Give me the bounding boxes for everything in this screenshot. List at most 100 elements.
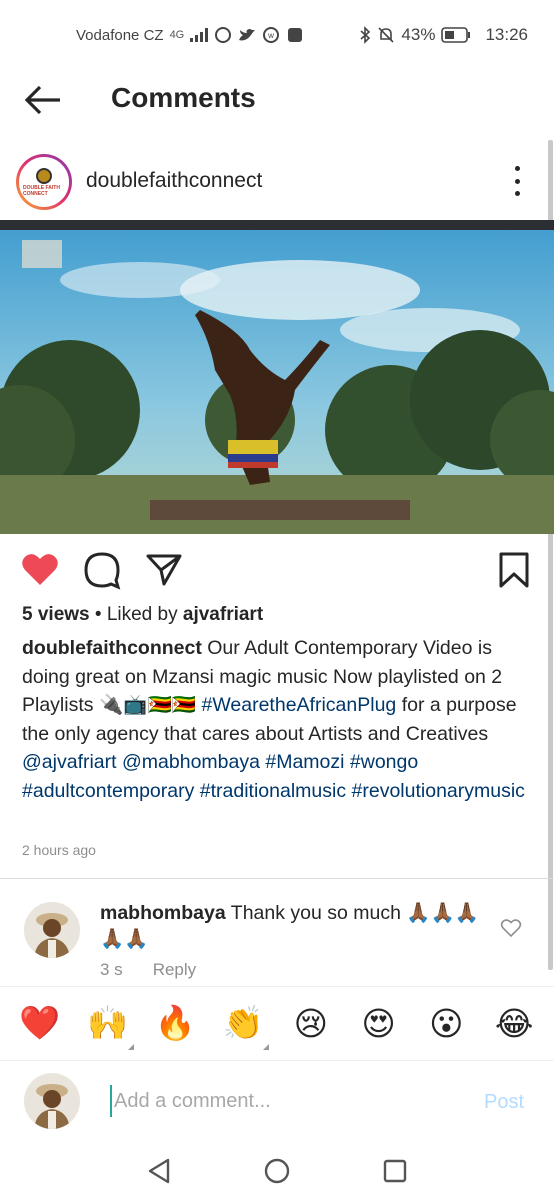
carrier-label: Vodafone CZ	[76, 26, 164, 44]
logo-mark	[36, 167, 52, 184]
commenter-avatar[interactable]	[24, 902, 80, 958]
hashtag-link[interactable]: #revolutionarymusic	[352, 780, 525, 802]
emoji-glyph: 😮	[429, 1005, 464, 1042]
dot	[514, 191, 520, 196]
whatsapp-icon	[215, 27, 232, 43]
views-count[interactable]: 5 views	[22, 604, 90, 625]
emoji-heart-button[interactable]: ❤️	[12, 996, 68, 1052]
mute-bell-icon	[378, 27, 394, 43]
twitter-icon	[239, 29, 256, 41]
nav-back-button[interactable]	[139, 1151, 179, 1191]
battery-label: 43%	[401, 25, 436, 44]
my-avatar	[24, 1073, 80, 1129]
svg-text:w: w	[267, 31, 274, 40]
post-comment-button[interactable]: Post	[484, 1091, 524, 1114]
comment-input[interactable]	[110, 1085, 440, 1117]
more-options-button[interactable]	[506, 166, 528, 196]
emoji-heart-eyes-button[interactable]: 😍	[351, 996, 407, 1052]
huawei-app-icon	[288, 28, 303, 42]
post-caption: doublefaithconnect Our Adult Contemporar…	[22, 634, 538, 805]
triangle-back-icon	[148, 1158, 170, 1184]
skin-tone-indicator	[127, 1043, 134, 1050]
emoji-raised-hands-button[interactable]: 🙌	[80, 996, 136, 1052]
page-title: Comments	[111, 82, 256, 113]
dot	[514, 166, 520, 171]
post-video[interactable]	[0, 220, 554, 534]
network-label: 4G	[169, 29, 185, 41]
emoji-glyph: 😂	[494, 1005, 534, 1042]
caption-username[interactable]: doublefaithconnect	[22, 637, 202, 659]
comment-button[interactable]	[82, 550, 122, 590]
emoji-crying-button[interactable]: 😢	[283, 996, 339, 1052]
emoji-glyph: 😢	[293, 1005, 329, 1042]
mention-link[interactable]: @mabhombaya	[122, 751, 260, 773]
heart-filled-icon	[22, 554, 58, 585]
square-recents-icon	[383, 1159, 407, 1183]
reply-button[interactable]: Reply	[153, 960, 196, 980]
post-header: DOUBLE FAITH CONNECT doublefaithconnect	[0, 148, 554, 218]
emoji-glyph: 🙌	[87, 1004, 129, 1041]
emoji-clap-button[interactable]: 👏	[215, 996, 271, 1052]
comments-header: Comments	[0, 70, 554, 130]
signal-icon	[190, 28, 209, 42]
comment-body: mabhombaya Thank you so much 🙏🏾🙏🏾🙏🏾🙏🏾🙏🏾	[100, 900, 490, 952]
divider	[0, 878, 554, 879]
emoji-surprised-button[interactable]: 😮	[418, 996, 474, 1052]
hashtag-link[interactable]: #WearetheAfricanPlug	[202, 694, 397, 716]
skin-tone-indicator	[263, 1043, 270, 1050]
save-button[interactable]	[494, 550, 534, 590]
emoji-glyph: 😍	[361, 1005, 396, 1042]
clock: 13:26	[485, 25, 528, 44]
circle-home-icon	[264, 1158, 290, 1184]
avatar-photo	[24, 902, 80, 958]
comment-composer: Post	[0, 1060, 554, 1142]
webex-icon: w	[263, 27, 280, 43]
caption-emojis: 🔌📺🇿🇼🇿🇼	[98, 694, 197, 716]
comment-meta: 3 s Reply	[100, 960, 196, 980]
post-timestamp: 2 hours ago	[22, 842, 96, 858]
comment-item: mabhombaya Thank you so much 🙏🏾🙏🏾🙏🏾🙏🏾🙏🏾 …	[0, 896, 554, 986]
hashtag-link[interactable]: #traditionalmusic	[200, 780, 346, 802]
back-button[interactable]	[24, 84, 64, 116]
liked-by-prefix: Liked by	[106, 604, 178, 625]
heart-outline-icon	[500, 919, 522, 938]
share-button[interactable]	[144, 550, 184, 590]
logo-text: DOUBLE FAITH CONNECT	[23, 184, 60, 197]
emoji-fire-button[interactable]: 🔥	[147, 996, 203, 1052]
comment-bubble-icon	[84, 552, 121, 590]
hashtag-link[interactable]: #Mamozi	[265, 751, 344, 773]
comment-age: 3 s	[100, 960, 123, 979]
bluetooth-icon	[360, 26, 371, 44]
status-bar: Vodafone CZ 4G w 43% 13:26	[0, 0, 554, 70]
post-actions	[0, 548, 554, 592]
emoji-laughing-button[interactable]: 😂	[486, 996, 542, 1052]
like-button[interactable]	[20, 550, 60, 590]
emoji-glyph: 🔥	[154, 1004, 196, 1041]
back-arrow-icon	[24, 85, 60, 115]
separator: •	[94, 604, 107, 625]
liked-by-user[interactable]: ajvafriart	[183, 604, 263, 625]
brand-logo: DOUBLE FAITH CONNECT	[23, 161, 65, 203]
post-username[interactable]: doublefaithconnect	[86, 169, 262, 193]
hashtag-link[interactable]: #wongo	[350, 751, 418, 773]
dot	[514, 178, 520, 184]
bookmark-icon	[499, 552, 529, 588]
post-avatar[interactable]: DOUBLE FAITH CONNECT	[16, 154, 72, 210]
paper-plane-icon	[146, 554, 182, 586]
emoji-glyph: 👏	[222, 1004, 264, 1041]
comment-like-button[interactable]	[500, 918, 522, 938]
battery-icon	[441, 27, 471, 43]
hashtag-link[interactable]: #adultcontemporary	[22, 780, 194, 802]
video-frame-image	[0, 220, 554, 534]
emoji-quick-bar: ❤️ 🙌 🔥 👏 😢 😍 😮 😂	[0, 986, 554, 1060]
system-nav-bar	[0, 1142, 554, 1200]
avatar-inner: DOUBLE FAITH CONNECT	[19, 157, 69, 207]
nav-home-button[interactable]	[257, 1151, 297, 1191]
status-right: 43% 13:26	[359, 25, 528, 45]
views-and-likes: 5 views • Liked by ajvafriart	[22, 604, 263, 626]
nav-recents-button[interactable]	[375, 1151, 415, 1191]
mention-link[interactable]: @ajvafriart	[22, 751, 117, 773]
emoji-glyph: ❤️	[19, 1004, 61, 1041]
comment-username[interactable]: mabhombaya	[100, 902, 226, 924]
status-left: Vodafone CZ 4G w	[76, 26, 304, 44]
